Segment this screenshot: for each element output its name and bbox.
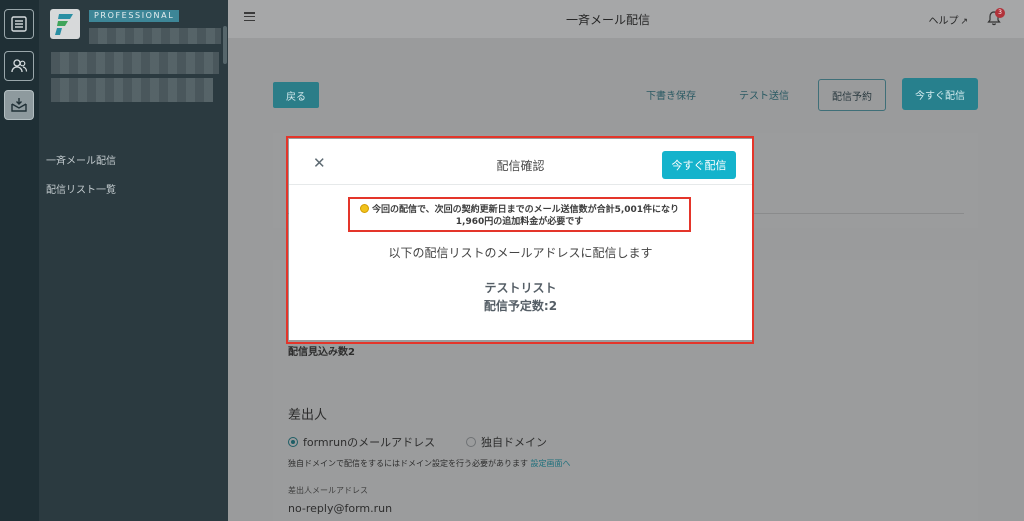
plan-badge: PROFESSIONAL [89,10,180,22]
sidebar-item-delivery-lists[interactable]: 配信リスト一覧 [46,181,116,196]
sender-address-value: no-reply@form.run [288,502,393,515]
test-send-button[interactable]: テスト送信 [739,87,789,102]
help-link[interactable]: ヘルプ ↗ [928,12,968,27]
option-formrun-label: formrunのメールアドレス [303,436,436,449]
app-logo[interactable] [50,9,80,39]
settings-link[interactable]: 設定画面へ [531,459,571,468]
sidebar: PROFESSIONAL 一斉メール配信 配信リスト一覧 [39,0,228,521]
external-link-icon: ↗ [960,17,968,27]
sidebar-scrollbar[interactable] [223,26,227,64]
blurred-account-info [51,52,219,74]
mail-inbox-icon[interactable] [4,90,34,120]
dialog-divider [289,184,752,185]
page-title: 一斉メール配信 [565,13,650,27]
sender-address-label: 差出人メールアドレス [288,486,368,495]
sender-option-formrun[interactable]: formrunのメールアドレス [288,434,435,450]
radio-formrun[interactable] [288,437,298,447]
help-label: ヘルプ [928,16,959,27]
dialog-list-name: テストリスト [484,281,557,295]
notice-line-2: 1,960円の追加料金が必要です [455,217,584,227]
sender-heading: 差出人 [288,408,328,423]
domain-note-text: 独自ドメインで配信をするにはドメイン設定を行う必要があります [288,459,528,468]
save-draft-button[interactable]: 下書き保存 [646,87,696,102]
users-icon[interactable] [4,51,34,81]
top-bar: 一斉メール配信 ヘルプ ↗ 3 [228,0,1024,38]
option-domain-label: 独自ドメイン [481,436,547,449]
send-now-button[interactable]: 今すぐ配信 [902,78,978,110]
schedule-button[interactable]: 配信予約 [818,79,886,111]
blurred-account-name [89,28,221,44]
blurred-account-info-2 [51,78,213,102]
form-list-icon[interactable] [4,9,34,39]
warning-icon [359,204,369,213]
sender-option-domain[interactable]: 独自ドメイン [466,434,547,450]
back-button[interactable]: 戻る [273,82,319,108]
icon-rail [0,0,39,521]
domain-note: 独自ドメインで配信をするにはドメイン設定を行う必要があります 設定画面へ [288,458,571,469]
extra-charge-notice: 今回の配信で、次回の契約更新日までのメール送信数が合計5,001件になり 1,9… [348,197,691,232]
dialog-send-now-button[interactable]: 今すぐ配信 [662,151,736,179]
notification-badge: 3 [995,8,1005,18]
dialog-lead-text: 以下の配信リストのメールアドレスに配信します [388,246,653,260]
estimate-count: 配信見込み数2 [288,347,355,358]
sidebar-item-bulk-mail[interactable]: 一斉メール配信 [46,152,116,167]
radio-custom-domain[interactable] [466,437,476,447]
confirm-dialog: ✕ 配信確認 今すぐ配信 今回の配信で、次回の契約更新日までのメール送信数が合計… [289,139,752,340]
notice-line-1: 今回の配信で、次回の契約更新日までのメール送信数が合計5,001件になり [371,205,680,215]
dialog-planned-count: 配信予定数:2 [483,299,558,313]
